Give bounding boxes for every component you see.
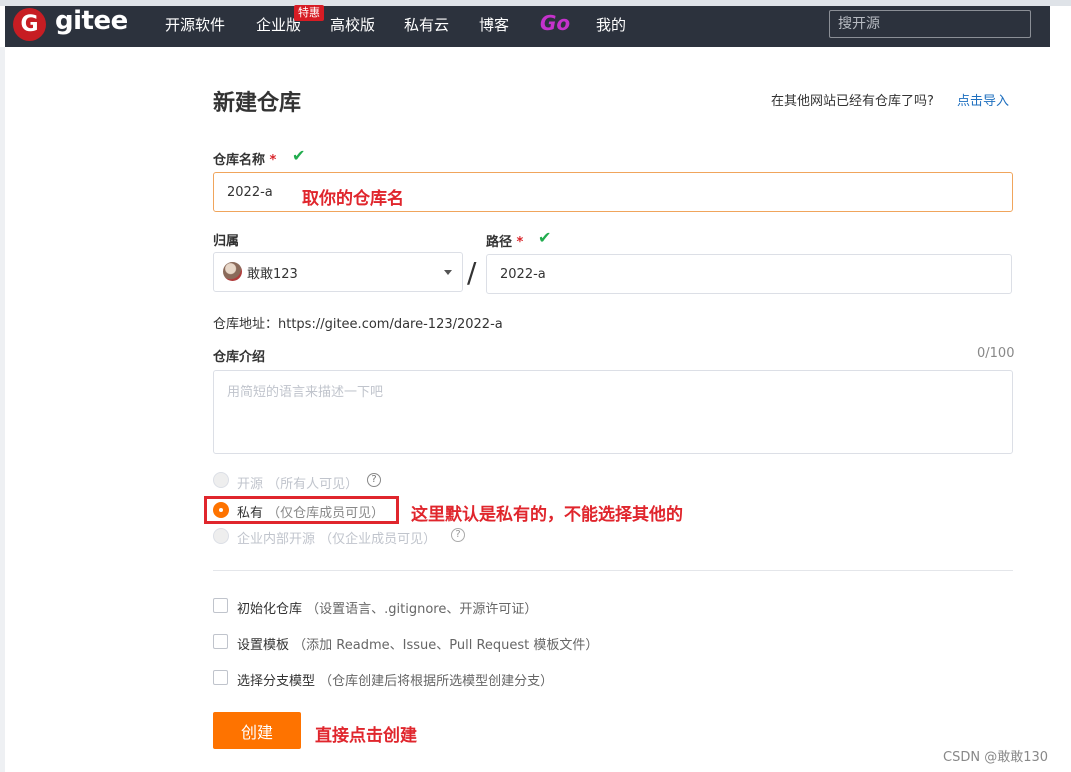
radio-internal-label: 企业内部开源 （仅企业成员可见） (237, 532, 437, 547)
nav-item-open-source[interactable]: 开源软件 (165, 14, 225, 35)
import-link[interactable]: 点击导入 (957, 90, 1009, 109)
radio-private[interactable] (213, 502, 229, 518)
gitee-logo-icon[interactable]: G (13, 8, 46, 41)
divider (213, 570, 1013, 571)
template-checkbox[interactable] (213, 634, 228, 649)
owner-label: 归属 (213, 234, 240, 249)
nav-item-private-cloud[interactable]: 私有云 (404, 14, 449, 35)
page-left-edge (0, 47, 5, 772)
annotation-name: 取你的仓库名 (302, 189, 404, 209)
description-textarea[interactable] (213, 370, 1013, 454)
help-icon[interactable]: ? (367, 473, 381, 487)
description-counter: 0/100 (977, 346, 1015, 361)
owner-select-value: 敢敢123 (247, 267, 298, 282)
search-input[interactable] (829, 10, 1031, 38)
watermark: CSDN @敢敢130 (943, 750, 1049, 765)
page-title: 新建仓库 (213, 91, 302, 116)
nav-item-education[interactable]: 高校版 (330, 14, 375, 35)
path-label: 路径 * (486, 235, 524, 250)
repo-url: 仓库地址：https://gitee.com/dare-123/2022-a (213, 317, 503, 332)
description-label: 仓库介绍 (213, 350, 266, 365)
annotation-private: 这里默认是私有的，不能选择其他的 (411, 505, 683, 525)
radio-public-label: 开源 （所有人可见） (237, 477, 359, 492)
nav-item-mine[interactable]: 我的 (596, 14, 626, 35)
check-icon: ✔ (292, 146, 306, 165)
branch-model-checkbox[interactable] (213, 670, 228, 685)
gitee-logo-text[interactable]: gitee (55, 6, 128, 36)
check-icon: ✔ (538, 228, 552, 247)
path-input[interactable] (486, 254, 1012, 294)
avatar (223, 262, 242, 281)
template-label: 设置模板 （添加 Readme、Issue、Pull Request 模板文件） (237, 638, 599, 653)
radio-internal[interactable] (213, 528, 229, 544)
chevron-down-icon (444, 270, 452, 275)
annotation-create: 直接点击创建 (315, 726, 417, 746)
required-mark: * (516, 235, 524, 250)
nav-item-go[interactable]: Go (540, 11, 570, 35)
radio-public[interactable] (213, 472, 229, 488)
nav-item-blog[interactable]: 博客 (479, 14, 509, 35)
promo-badge: 特惠 (294, 5, 324, 21)
import-question: 在其他网站已经有仓库了吗? (771, 94, 934, 109)
init-repo-label: 初始化仓库 （设置语言、.gitignore、开源许可证） (237, 602, 538, 617)
path-separator: / (467, 256, 477, 289)
help-icon[interactable]: ? (451, 528, 465, 542)
repo-name-label: 仓库名称 * (213, 153, 277, 168)
required-mark: * (269, 153, 277, 168)
branch-model-label: 选择分支模型 （仓库创建后将根据所选模型创建分支） (237, 674, 554, 689)
init-repo-checkbox[interactable] (213, 598, 228, 613)
create-button[interactable]: 创建 (213, 712, 301, 749)
radio-private-label: 私有 （仅仓库成员可见） (237, 506, 385, 521)
